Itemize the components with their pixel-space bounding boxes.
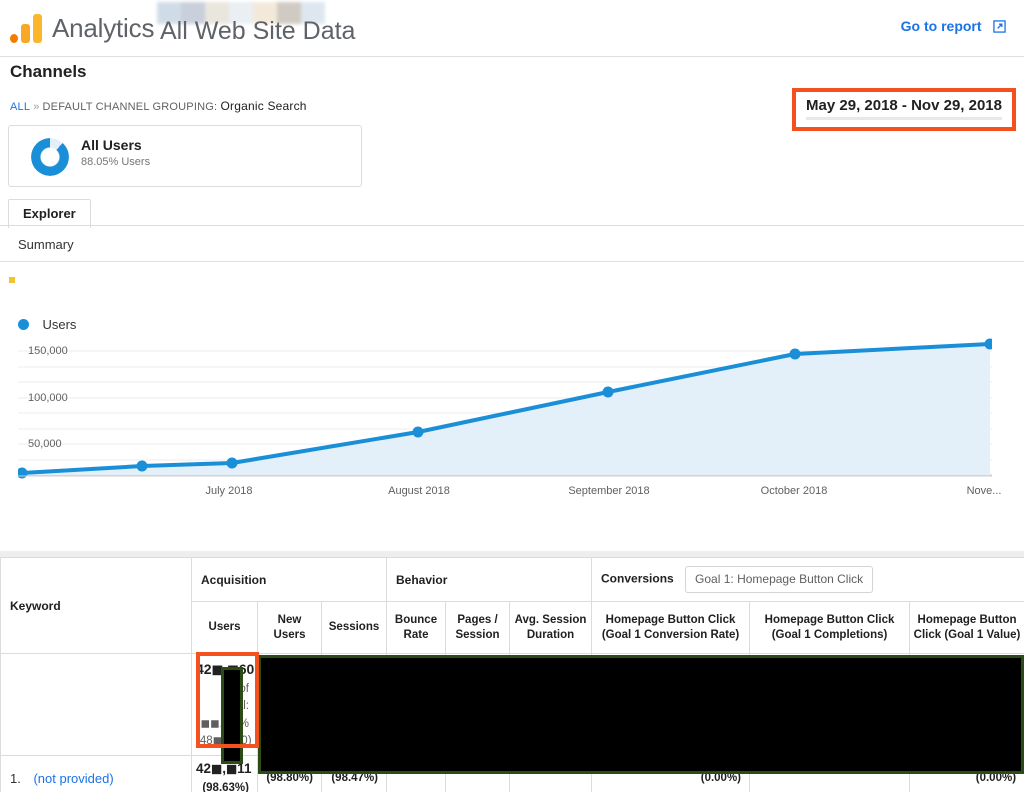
brand-title: Analytics: [52, 13, 155, 43]
segment-name: All Users: [81, 137, 142, 153]
sub-tab-bar: Summary: [18, 236, 74, 254]
breadcrumb-value: Organic Search: [220, 99, 307, 113]
page-title: Channels: [10, 62, 87, 81]
group-header-conversions: Conversions Goal 1: Homepage Button Clic…: [591, 557, 1024, 602]
column-header-sessions[interactable]: Sessions: [320, 601, 388, 654]
row-keyword-cell: 1. (not provided): [0, 755, 192, 792]
row-keyword-link[interactable]: (not provided): [33, 771, 113, 786]
y-tick-label: 50,000: [28, 438, 62, 450]
chart-series-users: [18, 338, 992, 479]
y-tick-label: 150,000: [28, 345, 68, 357]
sub-tab-divider: [0, 261, 1024, 262]
column-header-goal1-completions[interactable]: Homepage Button Click (Goal 1 Completion…: [749, 601, 911, 654]
users-trend-chart: Users 150,000 100,000 50,000 July 2018 A…: [0, 268, 1024, 530]
date-range-selector[interactable]: May 29, 2018 - Nov 29, 2018: [792, 88, 1016, 131]
group-header-behavior: Behavior: [386, 557, 593, 602]
logo-dot: [10, 34, 18, 43]
column-header-keyword[interactable]: Keyword: [0, 557, 192, 654]
external-link-icon[interactable]: [993, 20, 1006, 33]
row-goal1-value-pct: (0.00%): [975, 772, 1017, 785]
redaction-overlay-table: [258, 655, 1024, 774]
chart-area-fill: [22, 344, 990, 475]
row-users-pct: (98.63%): [202, 781, 249, 792]
logo-bar-tall: [33, 14, 42, 43]
y-tick-label: 100,000: [28, 392, 68, 404]
chart-y-axis: 150,000 100,000 50,000: [28, 345, 68, 450]
x-tick-label: July 2018: [205, 485, 252, 497]
go-to-report-link[interactable]: Go to report: [901, 18, 982, 34]
x-tick-label: Nove...: [967, 485, 1002, 497]
goal-selector-dropdown[interactable]: Goal 1: Homepage Button Click: [685, 566, 874, 593]
date-range-underline: [806, 117, 1002, 120]
x-tick-label: August 2018: [388, 485, 450, 497]
sub-tab-summary[interactable]: Summary: [18, 237, 74, 252]
column-header-goal1-conversion-rate[interactable]: Homepage Button Click (Goal 1 Conversion…: [591, 601, 751, 654]
breadcrumb-all[interactable]: ALL: [10, 101, 30, 113]
column-header-pages-session[interactable]: Pages / Session: [445, 601, 511, 654]
google-analytics-logo: [10, 11, 44, 45]
logo-bar-medium: [21, 24, 30, 43]
column-header-new-users[interactable]: New Users: [257, 601, 322, 654]
segment-percent: 88.05% Users: [81, 156, 151, 168]
chart-canvas: 150,000 100,000 50,000 July 2018 August …: [18, 338, 1002, 497]
group-header-acquisition: Acquisition: [190, 557, 388, 602]
chart-x-axis: July 2018 August 2018 September 2018 Oct…: [18, 475, 1002, 497]
column-header-avg-session-duration[interactable]: Avg. Session Duration: [509, 601, 593, 654]
redaction-overlay-users-column: [221, 667, 243, 764]
column-header-goal1-value[interactable]: Homepage Button Click (Goal 1 Value): [909, 601, 1024, 654]
go-to-report-wrap[interactable]: Go to report: [901, 18, 1006, 36]
column-header-bounce-rate[interactable]: Bounce Rate: [386, 601, 447, 654]
date-range-text: May 29, 2018 - Nov 29, 2018: [806, 97, 1002, 114]
row-index: 1.: [10, 770, 21, 786]
column-header-users[interactable]: Users: [191, 601, 258, 654]
chart-annotation-marker[interactable]: [9, 277, 15, 283]
x-tick-label: September 2018: [568, 485, 649, 497]
breadcrumb-separator: »: [33, 101, 40, 113]
tab-divider: [0, 225, 1024, 226]
conversions-label: Conversions: [601, 571, 674, 586]
summary-keyword-cell: [0, 652, 192, 757]
breadcrumb-label: DEFAULT CHANNEL GROUPING:: [42, 101, 218, 113]
row-goal1-rate-pct: (0.00%): [700, 772, 742, 785]
segment-card-all-users[interactable]: All Users 88.05% Users: [8, 125, 362, 187]
tab-bar: Explorer: [8, 199, 91, 228]
breadcrumb: ALL» DEFAULT CHANNEL GROUPING: Organic Se…: [10, 99, 307, 113]
row-new-users-pct: (98.80%): [266, 772, 313, 785]
table-group-header-row: Keyword Acquisition Behavior Conversions…: [0, 557, 1024, 654]
x-tick-label: October 2018: [761, 485, 828, 497]
tab-explorer[interactable]: Explorer: [8, 199, 91, 228]
row-sessions-pct: (98.47%): [331, 772, 379, 785]
segment-donut-chart: [31, 138, 69, 176]
view-name: All Web Site Data: [160, 17, 356, 45]
app-header: Analytics All Web Site Data Go to report: [0, 0, 1024, 57]
